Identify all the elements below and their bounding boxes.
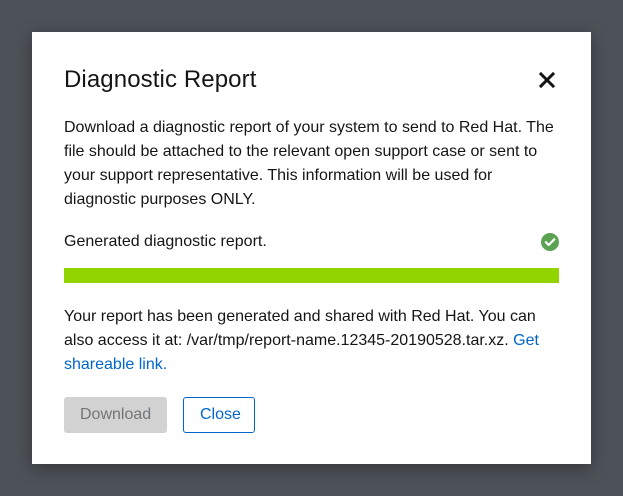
download-button[interactable]: Download [64,397,167,433]
status-text: Generated diagnostic report. [64,233,267,250]
result-message: Your report has been generated and share… [64,305,564,377]
check-circle-icon [541,233,559,251]
progress-bar-fill [64,268,559,283]
diagnostic-report-modal: Diagnostic Report Download a diagnostic … [32,32,591,464]
progress-bar [64,268,559,283]
close-button[interactable]: Close [183,397,255,433]
modal-description: Download a diagnostic report of your sys… [64,119,554,208]
status-row: Generated diagnostic report. [64,230,559,254]
button-row: Download Close [64,397,255,433]
close-icon[interactable] [535,68,559,92]
modal-title: Diagnostic Report [64,66,257,93]
result-text: Your report has been generated and share… [64,308,536,349]
